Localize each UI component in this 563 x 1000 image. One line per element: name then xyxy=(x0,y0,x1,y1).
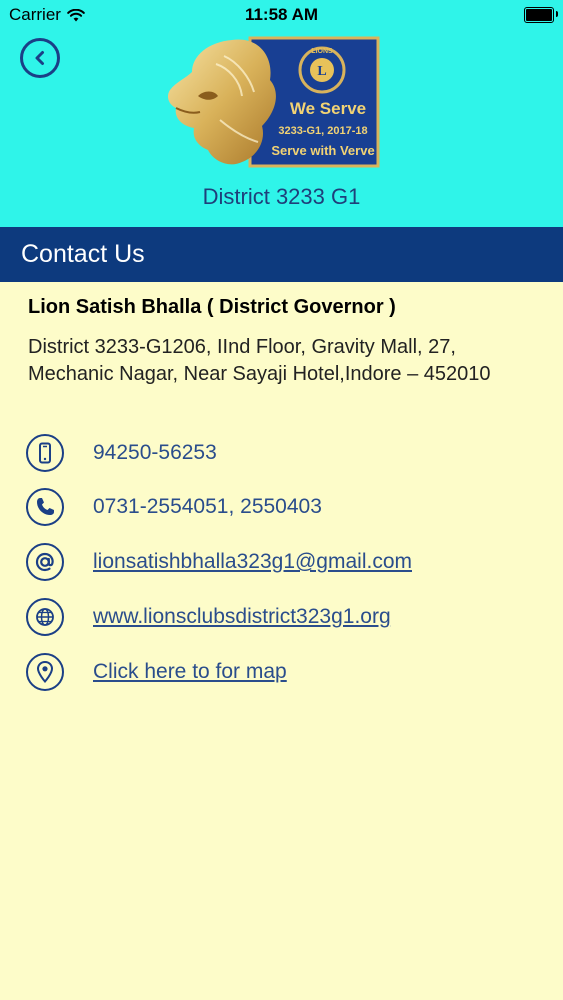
emblem-badge-text: LIONS xyxy=(311,48,333,55)
section-title: Contact Us xyxy=(21,240,145,268)
contact-mobile[interactable]: 94250-56253 xyxy=(93,441,217,465)
contact-row-email[interactable]: lionsatishbhalla323g1@gmail.com xyxy=(26,540,546,584)
contact-website-link[interactable]: www.lionsclubsdistrict323g1.org xyxy=(93,605,391,629)
map-link[interactable]: Click here to for map xyxy=(93,660,287,684)
phone-handset-icon xyxy=(26,488,64,526)
contact-email-link[interactable]: lionsatishbhalla323g1@gmail.com xyxy=(93,550,412,574)
section-title-bar: Contact Us xyxy=(0,227,563,282)
contact-address: District 3233-G1206, IInd Floor, Gravity… xyxy=(28,336,491,385)
emblem-letter: L xyxy=(317,64,326,79)
contact-row-mobile[interactable]: 94250-56253 xyxy=(26,431,546,475)
at-sign-icon xyxy=(26,543,64,581)
lions-club-logo: L LIONS We Serve 3233-G1, 2017-18 Serve … xyxy=(168,36,380,168)
logo-tagline: We Serve xyxy=(290,99,366,118)
lion-head-icon xyxy=(168,39,276,165)
contact-row-map[interactable]: Click here to for map xyxy=(26,650,546,694)
battery-icon xyxy=(524,7,558,23)
contact-row-website[interactable]: www.lionsclubsdistrict323g1.org xyxy=(26,595,546,639)
contact-details: Lion Satish Bhalla ( District Governor )… xyxy=(28,282,538,388)
contact-row-phone[interactable]: 0731-2554051, 2550403 xyxy=(26,485,546,529)
mobile-phone-icon xyxy=(26,434,64,472)
status-time: 11:58 AM xyxy=(244,5,319,24)
logo-motto: Serve with Verve xyxy=(271,143,374,158)
contact-name: Lion Satish Bhalla ( District Governor ) xyxy=(28,296,396,318)
app-header: Carrier 11:58 AM L LIONS We Serve 3233-G… xyxy=(0,0,563,227)
chevron-left-icon xyxy=(35,51,44,65)
status-bar: Carrier 11:58 AM xyxy=(0,0,563,30)
logo-district-year: 3233-G1, 2017-18 xyxy=(278,125,367,137)
contact-phone[interactable]: 0731-2554051, 2550403 xyxy=(93,495,322,519)
map-pin-icon xyxy=(26,653,64,691)
globe-icon xyxy=(26,598,64,636)
district-title: District 3233 G1 xyxy=(202,184,361,209)
back-button[interactable] xyxy=(20,38,60,78)
